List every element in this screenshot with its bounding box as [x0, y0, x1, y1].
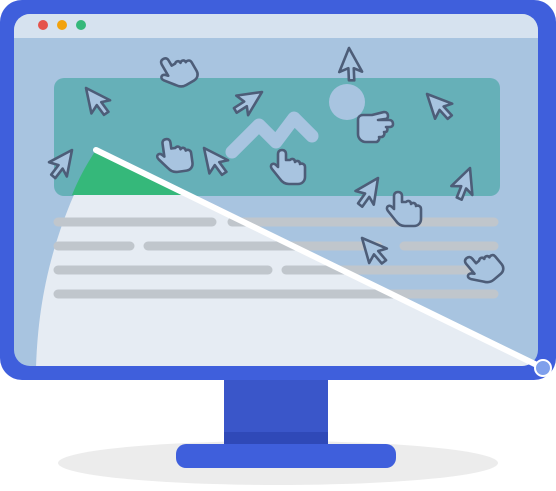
monitor-illustration: [0, 0, 556, 485]
minimize-dot[interactable]: [57, 20, 67, 30]
illustration: [0, 0, 556, 491]
monitor-base: [176, 444, 396, 468]
drag-handle[interactable]: [534, 359, 552, 377]
browser-titlebar: [14, 14, 538, 38]
monitor-neck-highlight: [224, 378, 328, 432]
maximize-dot[interactable]: [76, 20, 86, 30]
close-dot[interactable]: [38, 20, 48, 30]
